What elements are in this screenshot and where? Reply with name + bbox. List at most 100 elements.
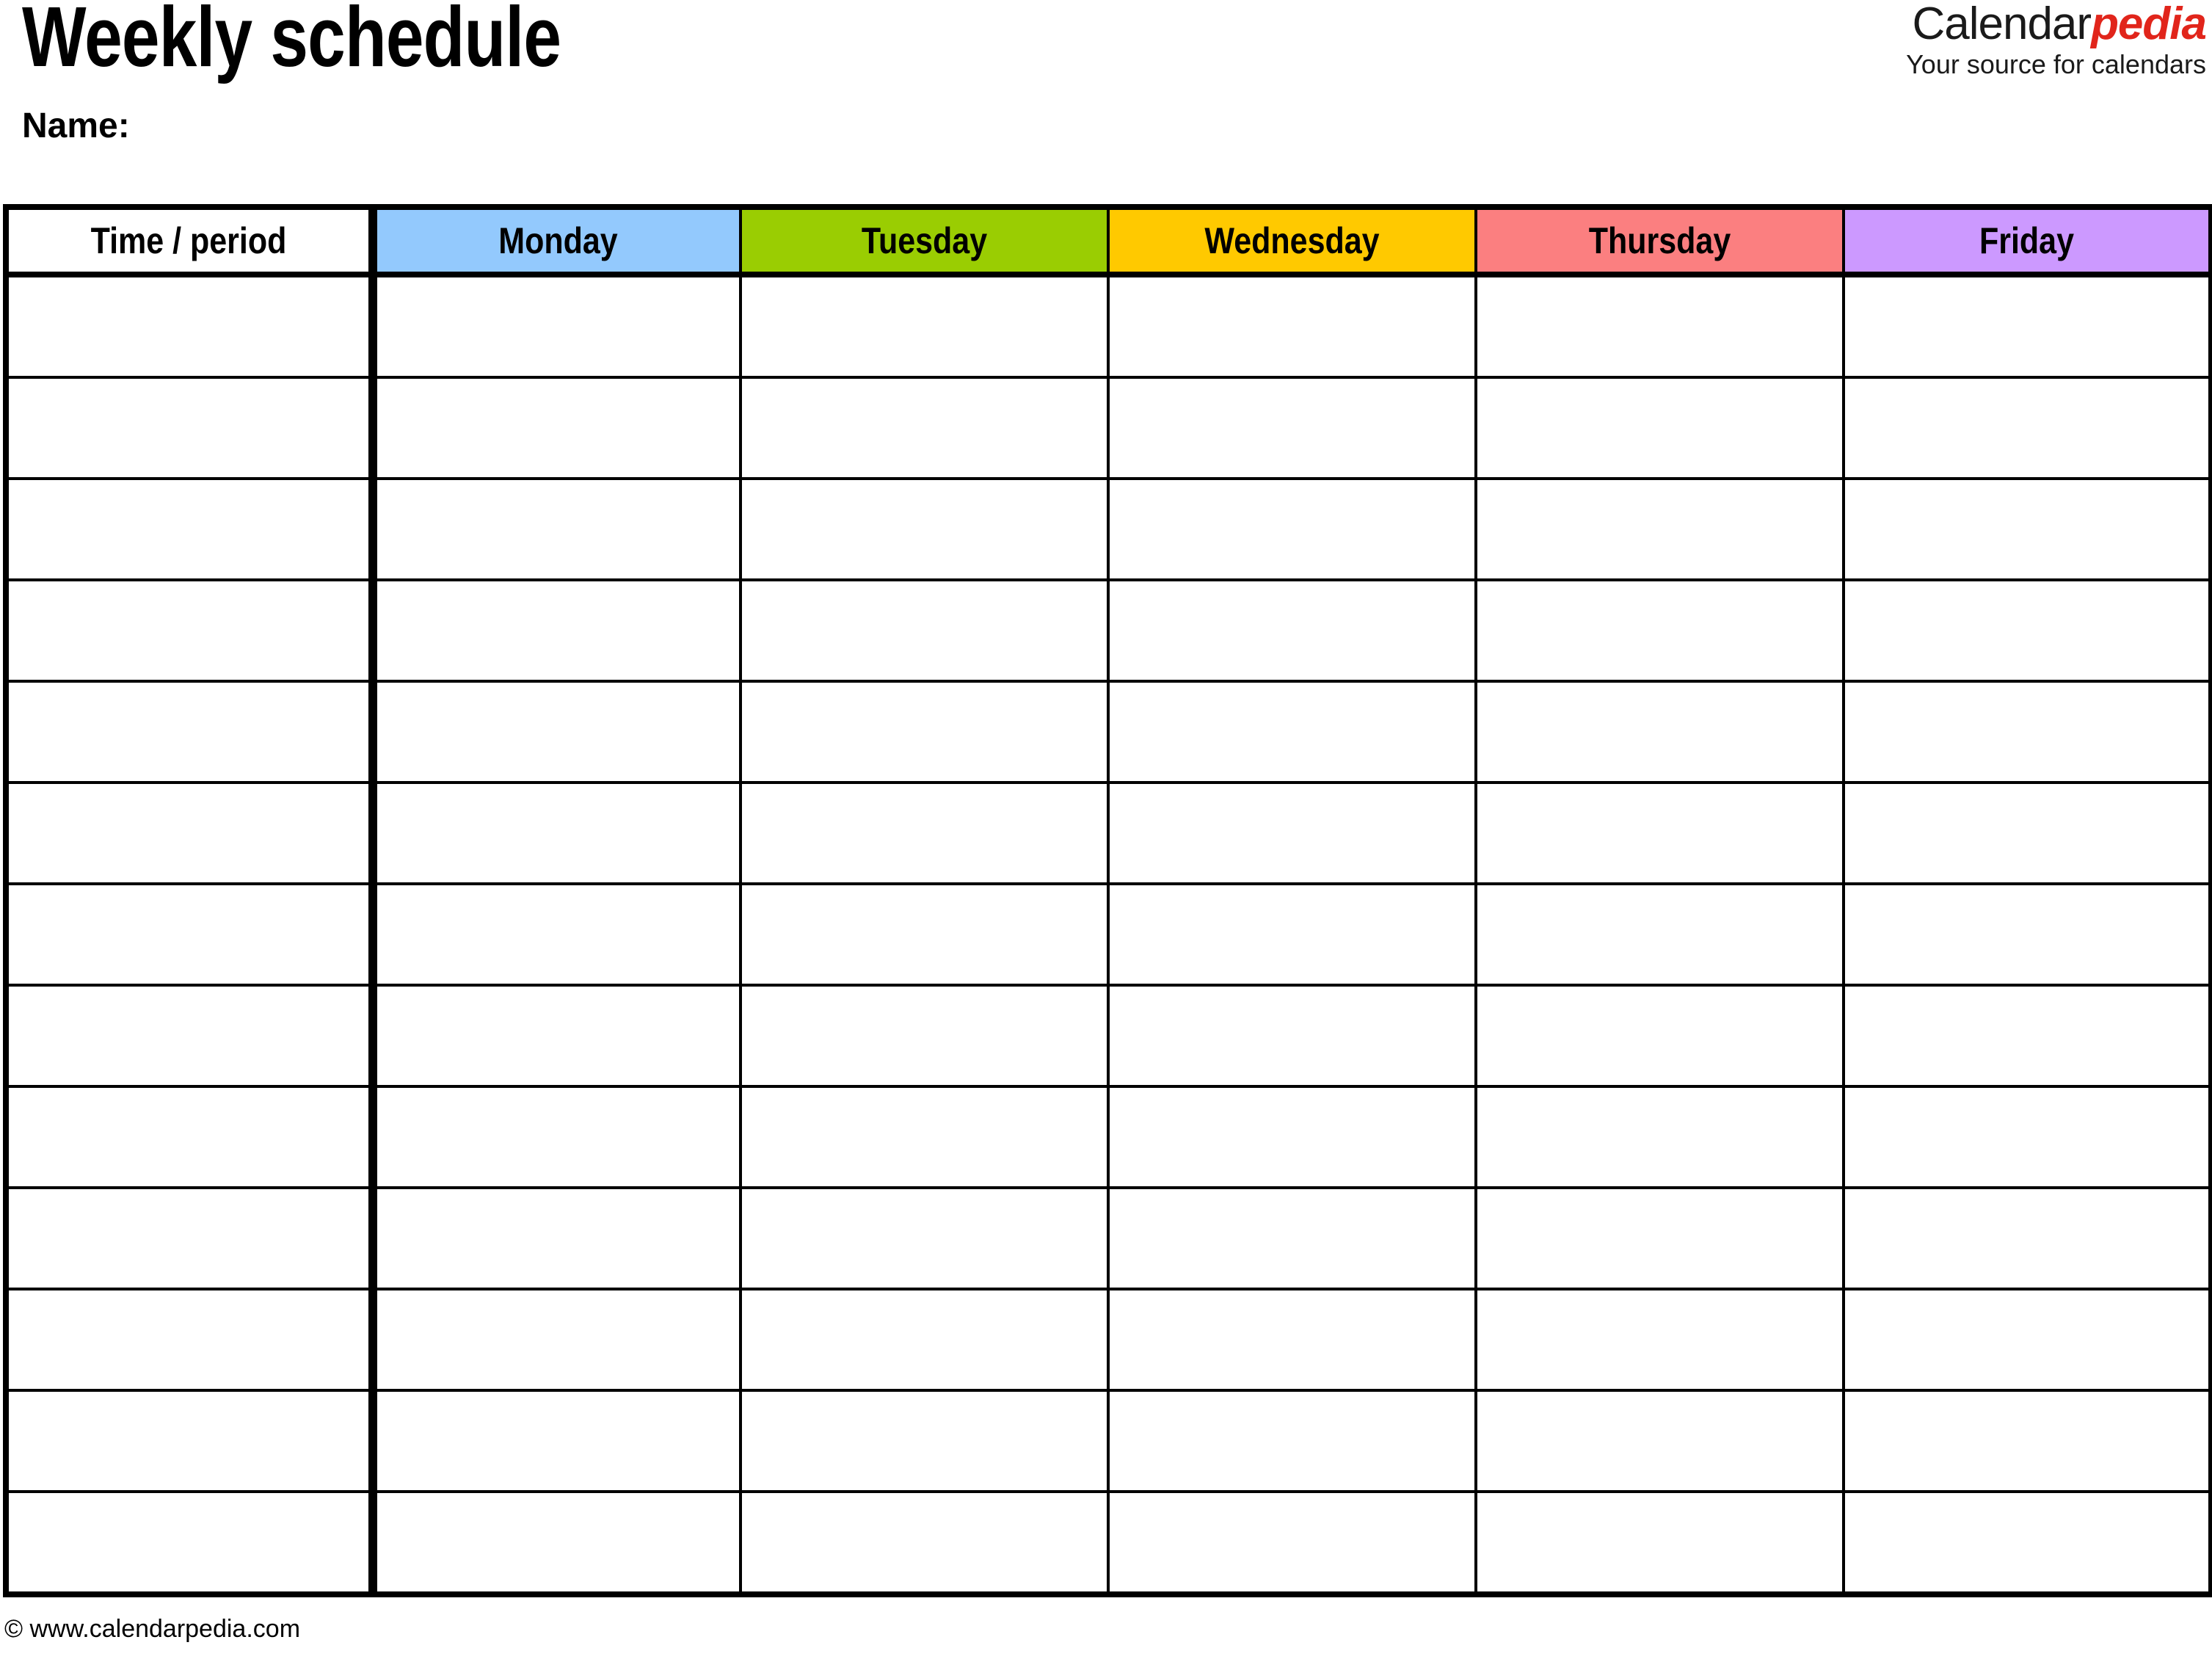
cell-thursday[interactable] — [1474, 1186, 1845, 1290]
cell-monday[interactable] — [371, 578, 742, 683]
table-row — [4, 680, 2212, 784]
cell-monday[interactable] — [371, 882, 742, 987]
cell-tuesday[interactable] — [739, 578, 1110, 683]
column-header-wednesday: Wednesday — [1107, 207, 1477, 277]
cell-friday[interactable] — [1842, 376, 2212, 480]
cell-thursday[interactable] — [1474, 578, 1845, 683]
cell-friday[interactable] — [1842, 1186, 2212, 1290]
column-header-tuesday: Tuesday — [739, 207, 1110, 277]
logo-brand-accent: pedia — [2091, 0, 2207, 49]
cell-wednesday[interactable] — [1107, 781, 1477, 885]
cell-wednesday[interactable] — [1107, 477, 1477, 581]
cell-thursday[interactable] — [1474, 273, 1845, 379]
cell-thursday[interactable] — [1474, 882, 1845, 987]
cell-monday[interactable] — [371, 1186, 742, 1290]
cell-friday[interactable] — [1842, 1085, 2212, 1189]
cell-monday[interactable] — [371, 1389, 742, 1493]
cell-tuesday[interactable] — [739, 680, 1110, 784]
cell-monday[interactable] — [371, 376, 742, 480]
table-row — [4, 1288, 2212, 1392]
cell-time[interactable] — [4, 984, 377, 1088]
cell-wednesday[interactable] — [1107, 1389, 1477, 1493]
column-header-label: Time / period — [90, 220, 287, 261]
cell-tuesday[interactable] — [739, 376, 1110, 480]
cell-friday[interactable] — [1842, 477, 2212, 581]
cell-time[interactable] — [4, 477, 377, 581]
cell-friday[interactable] — [1842, 781, 2212, 885]
cell-time[interactable] — [4, 781, 377, 885]
table-row — [4, 273, 2212, 379]
cell-thursday[interactable] — [1474, 1490, 1845, 1594]
cell-time[interactable] — [4, 376, 377, 480]
cell-time[interactable] — [4, 273, 377, 379]
cell-thursday[interactable] — [1474, 781, 1845, 885]
cell-wednesday[interactable] — [1107, 882, 1477, 987]
cell-tuesday[interactable] — [739, 273, 1110, 379]
cell-wednesday[interactable] — [1107, 578, 1477, 683]
column-header-label: Monday — [498, 220, 618, 261]
cell-monday[interactable] — [371, 781, 742, 885]
cell-friday[interactable] — [1842, 1490, 2212, 1594]
cell-friday[interactable] — [1842, 984, 2212, 1088]
cell-thursday[interactable] — [1474, 1288, 1845, 1392]
cell-tuesday[interactable] — [739, 1186, 1110, 1290]
cell-wednesday[interactable] — [1107, 1085, 1477, 1189]
logo-tagline: Your source for calendars — [1906, 49, 2206, 79]
table-row — [4, 578, 2212, 683]
cell-tuesday[interactable] — [739, 1490, 1110, 1594]
cell-monday[interactable] — [371, 1288, 742, 1392]
cell-friday[interactable] — [1842, 273, 2212, 379]
cell-time[interactable] — [4, 1085, 377, 1189]
cell-wednesday[interactable] — [1107, 1186, 1477, 1290]
cell-monday[interactable] — [371, 273, 742, 379]
column-header-label: Tuesday — [861, 220, 988, 261]
cell-thursday[interactable] — [1474, 984, 1845, 1088]
calendarpedia-logo[interactable]: Calendarpedia Your source for calendars — [1906, 0, 2207, 79]
column-header-friday: Friday — [1842, 207, 2212, 277]
schedule-table-container: Time / period Monday Tuesday Wednesday Thurs… — [3, 204, 2212, 1597]
cell-monday[interactable] — [371, 680, 742, 784]
table-row — [4, 781, 2212, 885]
column-header-time: Time / period — [4, 207, 377, 277]
cell-tuesday[interactable] — [739, 1288, 1110, 1392]
cell-thursday[interactable] — [1474, 1085, 1845, 1189]
table-header: Time / period Monday Tuesday Wednesday Thurs… — [4, 207, 2212, 277]
cell-monday[interactable] — [371, 1085, 742, 1189]
cell-wednesday[interactable] — [1107, 273, 1477, 379]
cell-tuesday[interactable] — [739, 984, 1110, 1088]
cell-wednesday[interactable] — [1107, 1288, 1477, 1392]
cell-time[interactable] — [4, 680, 377, 784]
cell-wednesday[interactable] — [1107, 984, 1477, 1088]
cell-tuesday[interactable] — [739, 1085, 1110, 1189]
cell-tuesday[interactable] — [739, 1389, 1110, 1493]
cell-time[interactable] — [4, 1389, 377, 1493]
cell-time[interactable] — [4, 578, 377, 683]
cell-wednesday[interactable] — [1107, 1490, 1477, 1594]
table-row — [4, 477, 2212, 581]
footer-copyright: © www.calendarpedia.com — [4, 1615, 301, 1643]
cell-friday[interactable] — [1842, 1389, 2212, 1493]
logo-wordmark: Calendarpedia — [1906, 0, 2207, 49]
cell-monday[interactable] — [371, 984, 742, 1088]
logo-brand-primary: Calendar — [1912, 0, 2092, 49]
cell-tuesday[interactable] — [739, 882, 1110, 987]
cell-friday[interactable] — [1842, 882, 2212, 987]
page-title: Weekly schedule — [22, 0, 561, 84]
cell-friday[interactable] — [1842, 578, 2212, 683]
cell-thursday[interactable] — [1474, 477, 1845, 581]
cell-time[interactable] — [4, 1288, 377, 1392]
cell-wednesday[interactable] — [1107, 376, 1477, 480]
cell-tuesday[interactable] — [739, 477, 1110, 581]
cell-time[interactable] — [4, 882, 377, 987]
cell-thursday[interactable] — [1474, 1389, 1845, 1493]
cell-friday[interactable] — [1842, 680, 2212, 784]
cell-monday[interactable] — [371, 477, 742, 581]
cell-wednesday[interactable] — [1107, 680, 1477, 784]
cell-tuesday[interactable] — [739, 781, 1110, 885]
cell-time[interactable] — [4, 1490, 377, 1594]
cell-time[interactable] — [4, 1186, 377, 1290]
cell-thursday[interactable] — [1474, 376, 1845, 480]
cell-monday[interactable] — [371, 1490, 742, 1594]
cell-friday[interactable] — [1842, 1288, 2212, 1392]
cell-thursday[interactable] — [1474, 680, 1845, 784]
